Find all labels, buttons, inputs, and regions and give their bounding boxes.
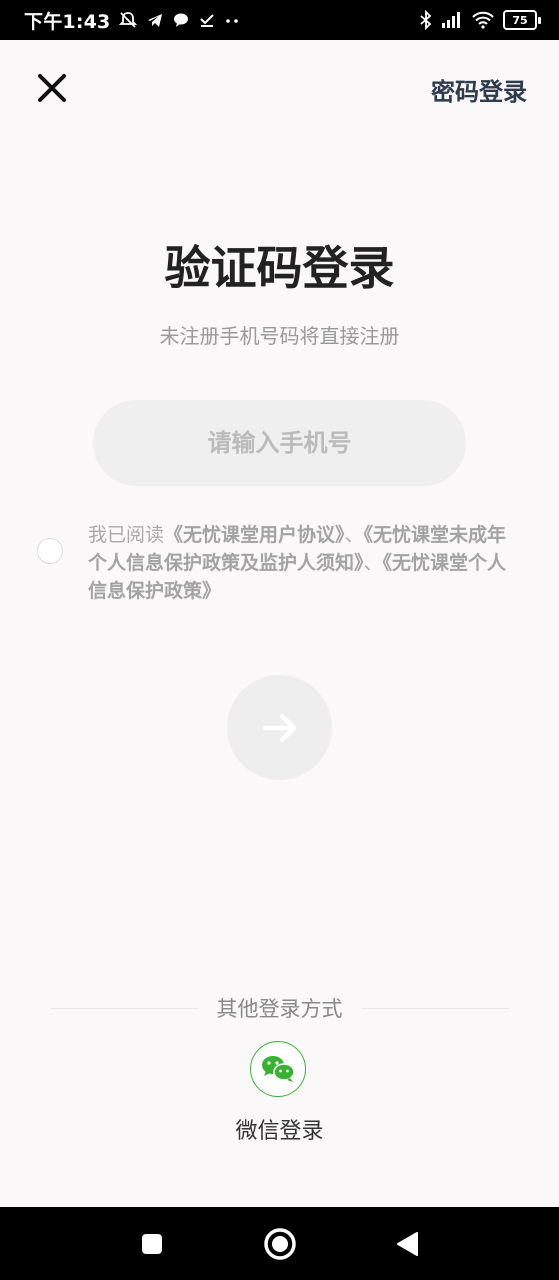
wechat-icon [262, 1056, 295, 1082]
recents-button[interactable] [115, 1207, 188, 1280]
home-button[interactable] [243, 1207, 316, 1280]
phone-input[interactable] [127, 428, 432, 458]
password-login-link[interactable]: 密码登录 [431, 72, 527, 107]
back-triangle-icon [396, 1231, 418, 1256]
bluetooth-icon [419, 10, 433, 30]
other-login-label: 其他登录方式 [216, 997, 343, 1021]
home-circle-icon [263, 1227, 296, 1260]
page-title: 验证码登录 [164, 241, 395, 295]
user-agreement-link[interactable]: 《无忧课堂用户协议》 [164, 524, 345, 546]
agreement-prefix: 我已阅读 [88, 524, 165, 546]
download-check-icon [198, 11, 216, 29]
agreement-separator: 、 [363, 552, 383, 574]
mute-bell-icon [118, 10, 138, 30]
battery-level: 75 [503, 10, 537, 30]
wechat-login-button[interactable] [250, 1041, 306, 1097]
other-login-divider: 其他登录方式 [50, 990, 509, 1026]
divider-line-right [360, 1007, 509, 1009]
signal-icon [441, 11, 463, 29]
more-dots-icon [224, 11, 240, 29]
chat-bubble-icon [172, 11, 190, 29]
status-bar-left: 下午1:43 [24, 7, 240, 34]
telegram-icon [146, 11, 164, 29]
agreement-separator: 、 [344, 524, 364, 546]
wechat-login-label: 微信登录 [235, 1119, 324, 1144]
arrow-right-icon [262, 713, 296, 742]
status-time: 下午1:43 [24, 10, 111, 33]
system-nav-bar [0, 1207, 559, 1280]
wifi-icon [471, 11, 495, 29]
status-bar: 下午1:43 75 [0, 0, 559, 40]
back-button[interactable] [370, 1207, 443, 1280]
phone-input-container [93, 400, 466, 486]
close-icon [38, 74, 66, 102]
divider-line-left [50, 1007, 199, 1009]
page-subtitle: 未注册手机号码将直接注册 [159, 324, 400, 348]
next-button[interactable] [227, 675, 332, 780]
recents-square-icon [141, 1233, 162, 1254]
agreement-text: 我已阅读《无忧课堂用户协议》、《无忧课堂未成年个人信息保护政策及监护人须知》、《… [88, 521, 518, 605]
status-bar-right: 75 [419, 10, 541, 30]
agreement-checkbox[interactable] [37, 538, 63, 564]
close-button[interactable] [30, 66, 74, 110]
battery-icon: 75 [503, 10, 541, 30]
